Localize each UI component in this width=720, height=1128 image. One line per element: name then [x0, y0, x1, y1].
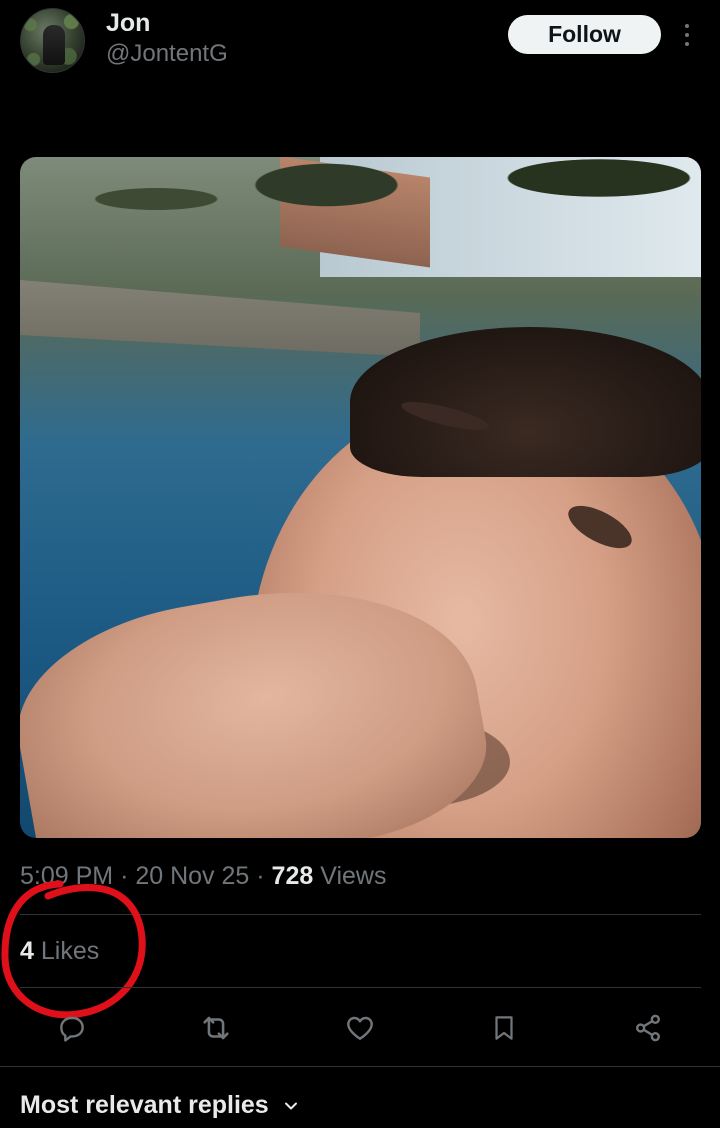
- tweet-meta: 5:09 PM · 20 Nov 25 · 728 Views: [20, 862, 386, 891]
- chevron-down-icon: [281, 1096, 301, 1116]
- likes-link[interactable]: 4 Likes: [20, 937, 99, 966]
- replies-sort-dropdown[interactable]: Most relevant replies: [20, 1091, 301, 1120]
- avatar-figure: [43, 25, 65, 65]
- avatar[interactable]: [20, 8, 85, 73]
- divider: [20, 914, 701, 915]
- tweet-header: Jon @JontentG Follow: [0, 0, 720, 80]
- views-count: 728: [271, 862, 314, 890]
- like-icon[interactable]: [340, 1008, 380, 1048]
- action-bar: [0, 1002, 720, 1052]
- replies-sort-label: Most relevant replies: [20, 1091, 269, 1119]
- likes-label: Likes: [40, 937, 100, 965]
- bookmark-icon[interactable]: [484, 1008, 524, 1048]
- share-icon[interactable]: [628, 1008, 668, 1048]
- meta-separator: ·: [120, 862, 129, 890]
- retweet-icon[interactable]: [196, 1008, 236, 1048]
- likes-count: 4: [20, 937, 34, 965]
- tweet-video[interactable]: [20, 157, 701, 838]
- views-label: Views: [320, 862, 387, 890]
- reply-icon[interactable]: [52, 1008, 92, 1048]
- meta-separator: ·: [256, 862, 265, 890]
- divider: [20, 987, 701, 988]
- more-options-icon[interactable]: [678, 22, 696, 48]
- tweet-time[interactable]: 5:09 PM: [20, 862, 113, 890]
- author-handle[interactable]: @JontentG: [106, 40, 228, 68]
- tweet-detail-page: Jon @JontentG Follow 5:09 PM · 20 Nov 25…: [0, 0, 720, 1128]
- divider: [0, 1066, 720, 1067]
- follow-button[interactable]: Follow: [508, 15, 661, 54]
- tweet-date[interactable]: 20 Nov 25: [135, 862, 249, 890]
- author-name[interactable]: Jon: [106, 9, 150, 38]
